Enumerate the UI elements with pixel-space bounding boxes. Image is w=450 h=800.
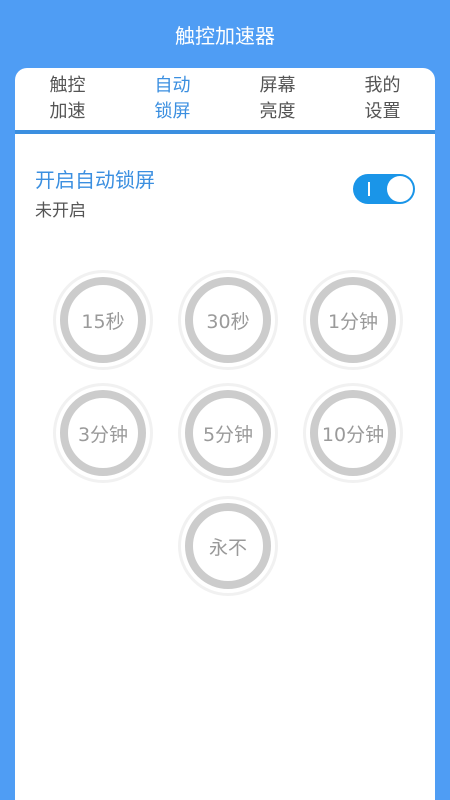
tab-label-line1: 自动 bbox=[154, 75, 191, 96]
timeout-label: 15秒 bbox=[60, 277, 146, 363]
main-card: 触控 加速 自动 锁屏 屏幕 亮度 我的 设置 开启自动锁屏 未开启 15秒 3… bbox=[15, 68, 435, 800]
tab-my-settings[interactable]: 我的 设置 bbox=[330, 68, 435, 130]
timeout-label: 30秒 bbox=[185, 277, 271, 363]
auto-lock-setting: 开启自动锁屏 未开启 bbox=[15, 160, 435, 221]
timeout-label: 永不 bbox=[185, 503, 271, 589]
timeout-label: 5分钟 bbox=[185, 390, 271, 476]
tab-auto-lock[interactable]: 自动 锁屏 bbox=[120, 68, 225, 130]
auto-lock-toggle[interactable] bbox=[353, 174, 415, 204]
timeout-5min-button[interactable]: 5分钟 bbox=[178, 383, 278, 483]
toggle-knob bbox=[387, 176, 413, 202]
tab-bar: 触控 加速 自动 锁屏 屏幕 亮度 我的 设置 bbox=[15, 68, 435, 134]
timeout-1min-button[interactable]: 1分钟 bbox=[303, 270, 403, 370]
tab-touch-acceleration[interactable]: 触控 加速 bbox=[15, 68, 120, 130]
tab-label-line1: 我的 bbox=[364, 75, 401, 96]
timeout-label: 1分钟 bbox=[310, 277, 396, 363]
auto-lock-status: 未开启 bbox=[35, 201, 86, 221]
timeout-never-button[interactable]: 永不 bbox=[178, 496, 278, 596]
tab-label-line2: 亮度 bbox=[259, 101, 296, 122]
toggle-on-mark bbox=[368, 182, 370, 196]
timeout-10min-button[interactable]: 10分钟 bbox=[303, 383, 403, 483]
timeout-3min-button[interactable]: 3分钟 bbox=[53, 383, 153, 483]
app-title-bar: 触控加速器 bbox=[0, 0, 450, 68]
tab-label-line1: 触控 bbox=[49, 75, 86, 96]
tab-label-line2: 加速 bbox=[49, 101, 86, 122]
tab-label-line2: 设置 bbox=[364, 101, 401, 122]
tab-label-line1: 屏幕 bbox=[259, 75, 296, 96]
tab-screen-brightness[interactable]: 屏幕 亮度 bbox=[225, 68, 330, 130]
timeout-label: 3分钟 bbox=[60, 390, 146, 476]
auto-lock-title: 开启自动锁屏 bbox=[35, 168, 155, 192]
tab-label-line2: 锁屏 bbox=[154, 101, 191, 122]
timeout-15s-button[interactable]: 15秒 bbox=[53, 270, 153, 370]
timeout-30s-button[interactable]: 30秒 bbox=[178, 270, 278, 370]
app-title: 触控加速器 bbox=[175, 23, 275, 48]
timeout-label: 10分钟 bbox=[310, 390, 396, 476]
